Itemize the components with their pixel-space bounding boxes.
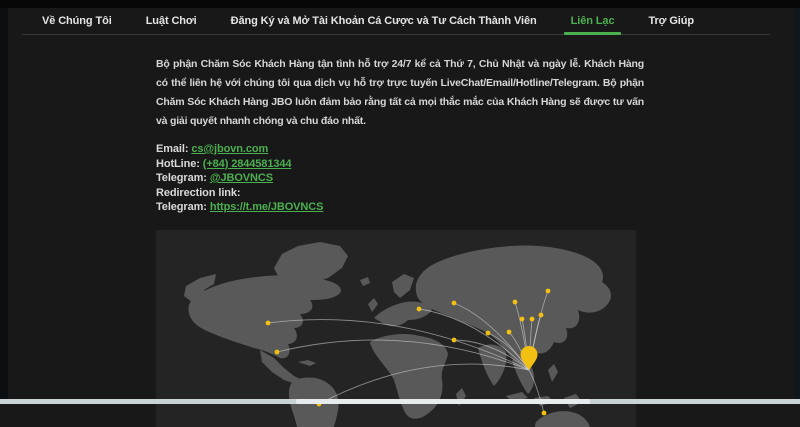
continent-north-america bbox=[188, 275, 340, 358]
location-dot bbox=[452, 337, 457, 342]
contact-label: HotLine: bbox=[156, 158, 200, 170]
continent-africa bbox=[370, 334, 448, 419]
contact-label: Redirection link: bbox=[156, 187, 240, 199]
region-scandinavia bbox=[392, 274, 414, 298]
island-uk bbox=[368, 298, 378, 312]
nav-tab-2[interactable]: Luật Chơi bbox=[146, 15, 197, 27]
location-dot bbox=[539, 312, 544, 317]
location-dot bbox=[452, 300, 457, 305]
nav-tab-5[interactable]: Trợ Giúp bbox=[648, 15, 694, 27]
location-dot bbox=[275, 349, 280, 354]
contact-row: HotLine: (+84) 2844581344 bbox=[156, 157, 644, 172]
contact-page-content: Bộ phận Chăm Sóc Khách Hàng tận tình hỗ … bbox=[156, 35, 644, 427]
nav-tab-1[interactable]: Về Chúng Tôi bbox=[42, 15, 112, 27]
location-dot bbox=[546, 288, 551, 293]
location-dot bbox=[507, 329, 512, 334]
window-edge-right bbox=[794, 0, 800, 404]
contact-link[interactable]: cs@jbovn.com bbox=[191, 143, 268, 155]
location-dot bbox=[542, 410, 547, 415]
window-edge-left bbox=[0, 0, 8, 404]
contact-row: Telegram: @JBOVNCS bbox=[156, 171, 644, 186]
island-philippines bbox=[548, 364, 558, 382]
nav-tab-4[interactable]: Liên Lạc bbox=[571, 15, 615, 27]
contact-row: Telegram: https://t.me/JBOVNCS bbox=[156, 200, 644, 215]
scrollbar-thumb[interactable] bbox=[296, 399, 590, 404]
contact-row: Email: cs@jbovn.com bbox=[156, 142, 644, 157]
location-dot bbox=[513, 299, 518, 304]
top-navigation: Về Chúng Tôi Luật Chơi Đăng Ký và Mở Tài K… bbox=[22, 8, 770, 35]
contact-label: Telegram: bbox=[156, 201, 207, 213]
location-dot bbox=[266, 320, 271, 325]
world-map-panel bbox=[156, 230, 636, 427]
contact-link[interactable]: (+84) 2844581344 bbox=[203, 158, 292, 170]
contact-label: Telegram: bbox=[156, 172, 207, 184]
contact-link[interactable]: https://t.me/JBOVNCS bbox=[210, 201, 324, 213]
contact-list: Email: cs@jbovn.comHotLine: (+84) 284458… bbox=[156, 142, 644, 215]
islands-caribbean bbox=[298, 360, 316, 366]
window-edge-top bbox=[0, 0, 800, 8]
support-intro-paragraph: Bộ phận Chăm Sóc Khách Hàng tận tình hỗ … bbox=[156, 55, 644, 131]
island-iceland bbox=[360, 277, 370, 286]
continent-asia bbox=[416, 245, 611, 362]
location-dot bbox=[417, 306, 422, 311]
nav-tab-3[interactable]: Đăng Ký và Mở Tài Khoản Cá Cược và Tư Cá… bbox=[231, 15, 537, 27]
contact-row: Redirection link: bbox=[156, 186, 644, 201]
location-dot bbox=[486, 330, 491, 335]
contact-link[interactable]: @JBOVNCS bbox=[210, 172, 273, 184]
location-dot bbox=[530, 316, 535, 321]
contact-label: Email: bbox=[156, 143, 188, 155]
horizontal-scrollbar[interactable] bbox=[0, 399, 800, 404]
world-map-svg bbox=[156, 230, 636, 427]
location-dot bbox=[520, 316, 525, 321]
continent-europe bbox=[374, 301, 432, 326]
